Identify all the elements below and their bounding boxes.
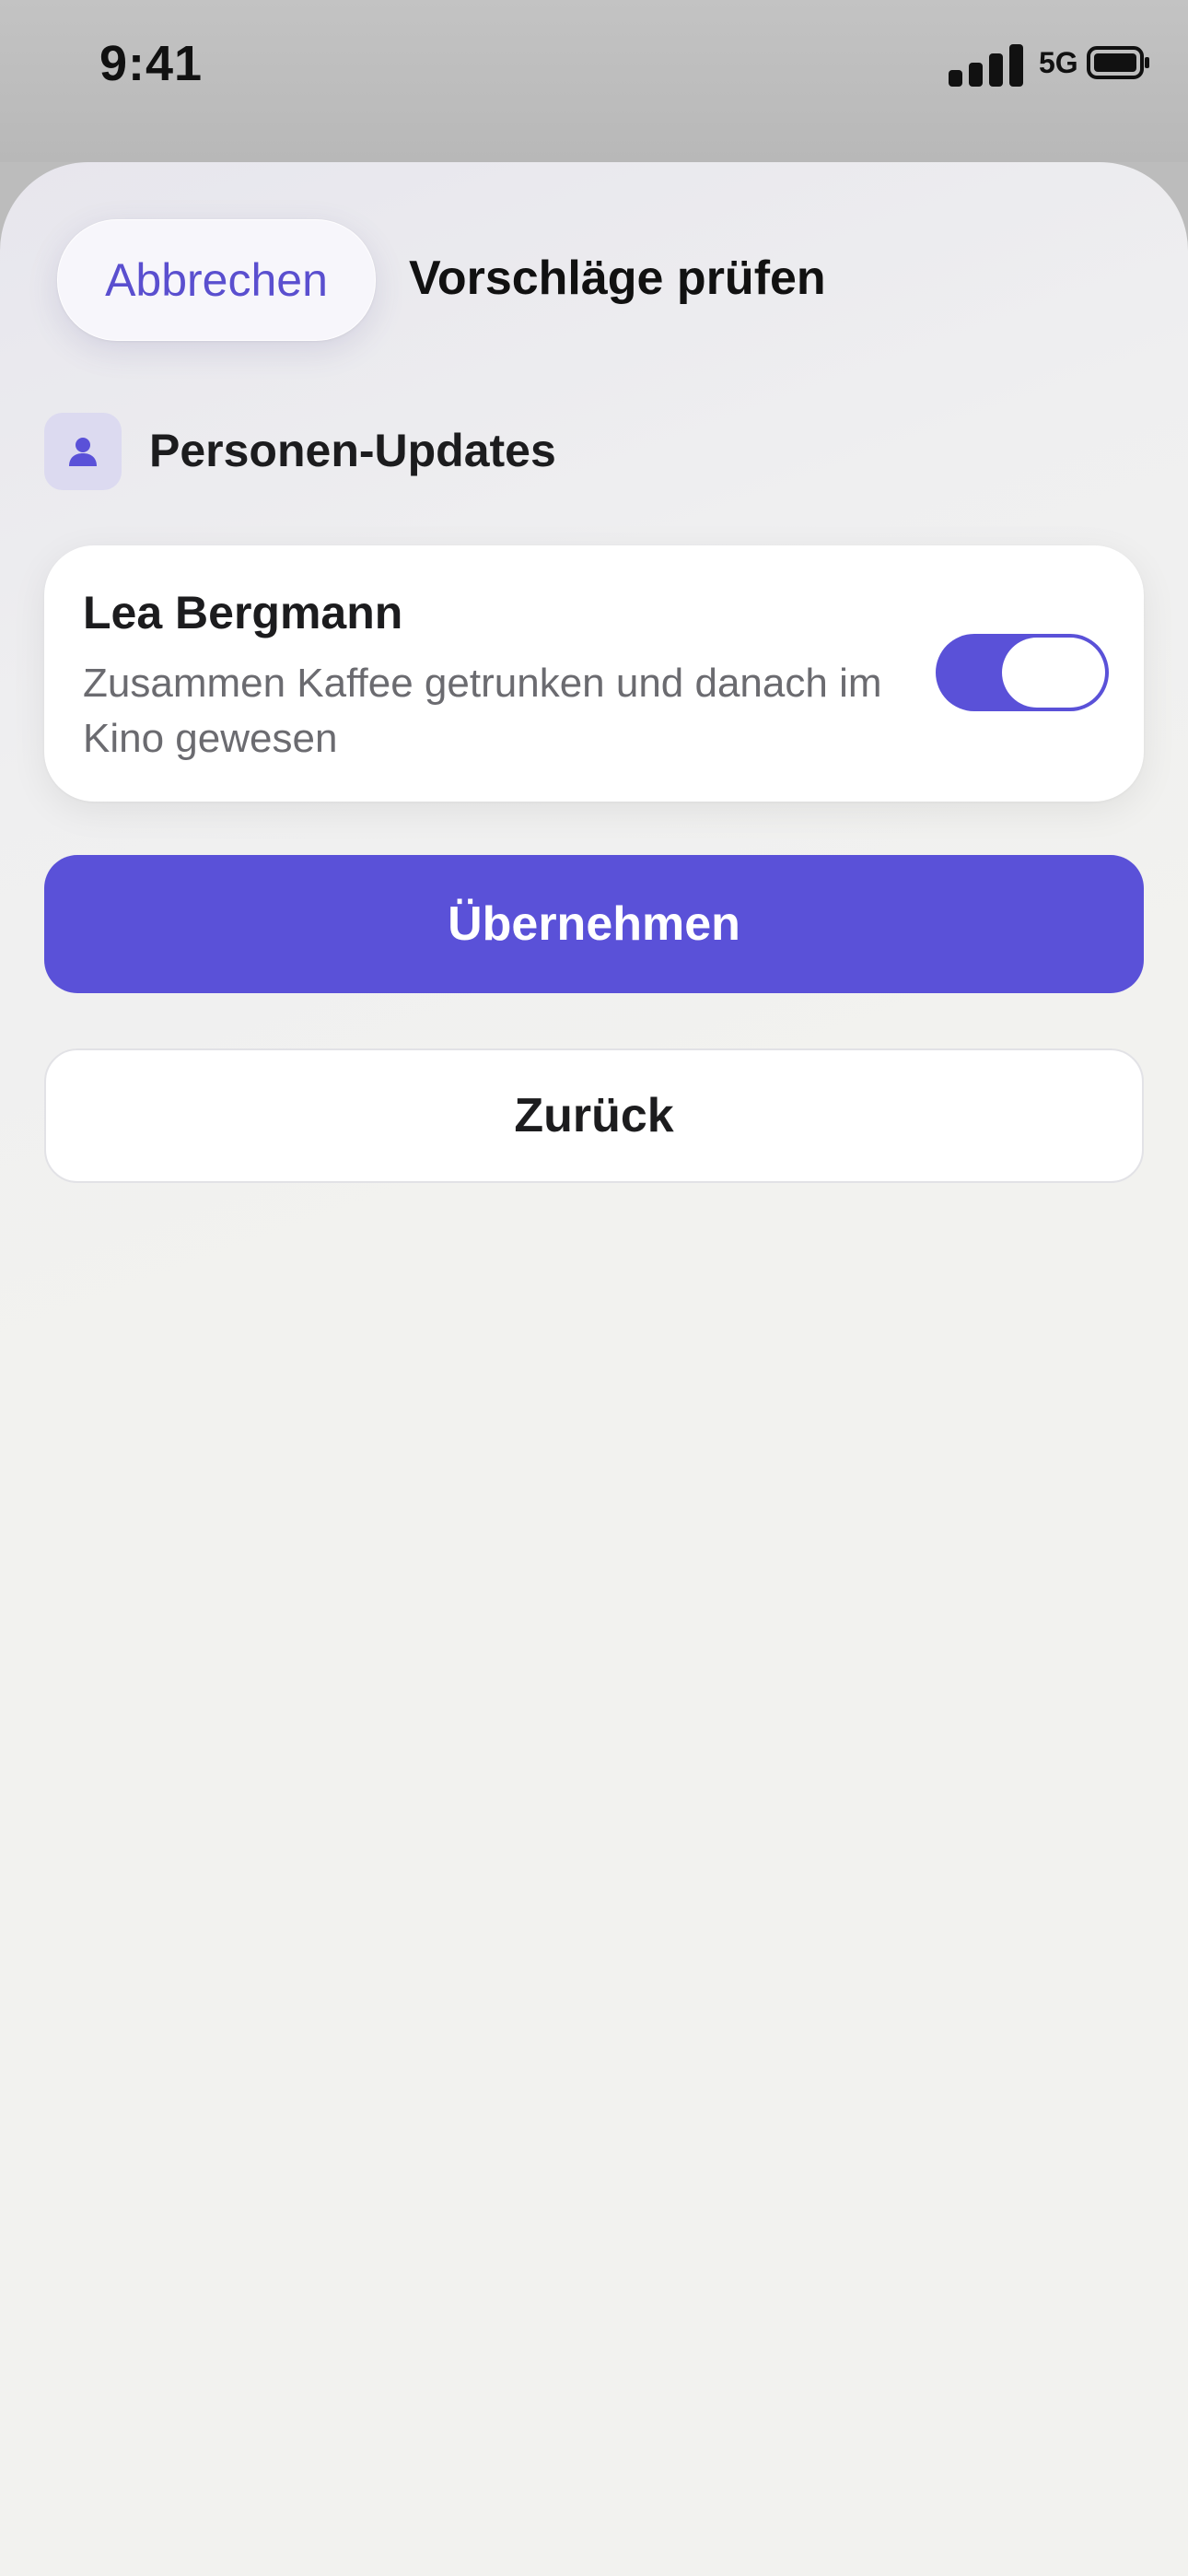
- person-icon: [44, 413, 122, 490]
- network-type-label: 5G: [1039, 46, 1078, 79]
- cellular-signal-icon: [949, 44, 1024, 87]
- back-button[interactable]: Zurück: [44, 1048, 1144, 1183]
- section-title: Personen-Updates: [149, 425, 556, 476]
- apply-button[interactable]: Übernehmen: [44, 855, 1144, 993]
- battery-icon: [1087, 46, 1151, 79]
- person-update-card: Lea Bergmann Zusammen Kaffee getrunken u…: [44, 545, 1144, 802]
- review-sheet: Abbrechen Vorschläge prüfen Personen-Upd…: [0, 162, 1188, 2576]
- status-time: 9:41: [99, 36, 204, 91]
- sheet-title: Vorschläge prüfen: [409, 252, 826, 305]
- toggle-knob: [1002, 638, 1105, 708]
- status-bar: 9:41 5G: [0, 0, 1188, 162]
- person-update-description: Zusammen Kaffee getrunken und danach im …: [83, 661, 882, 761]
- cancel-button[interactable]: Abbrechen: [57, 219, 376, 341]
- person-name: Lea Bergmann: [83, 587, 403, 638]
- include-update-toggle[interactable]: [936, 634, 1109, 711]
